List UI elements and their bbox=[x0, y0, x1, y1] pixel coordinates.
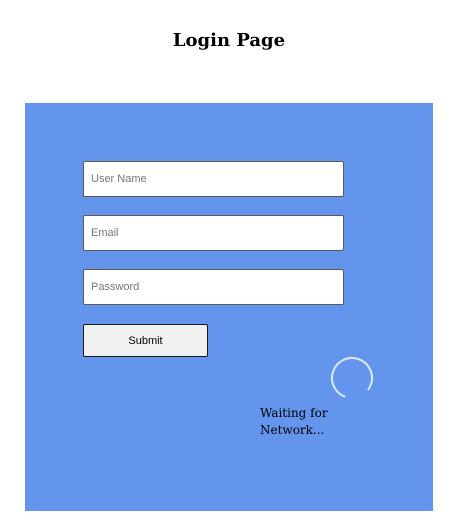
password-input[interactable] bbox=[83, 269, 344, 305]
username-input[interactable] bbox=[83, 161, 344, 197]
network-status-text: Waiting for Network... bbox=[260, 405, 360, 439]
network-status-line1: Waiting for bbox=[260, 406, 328, 420]
login-panel: Submit Waiting for Network... bbox=[25, 103, 433, 511]
loading-spinner-icon bbox=[331, 357, 373, 399]
page-title: Login Page bbox=[172, 30, 286, 51]
submit-button[interactable]: Submit bbox=[83, 324, 208, 357]
email-input[interactable] bbox=[83, 215, 344, 251]
network-status-line2: Network... bbox=[260, 423, 325, 437]
